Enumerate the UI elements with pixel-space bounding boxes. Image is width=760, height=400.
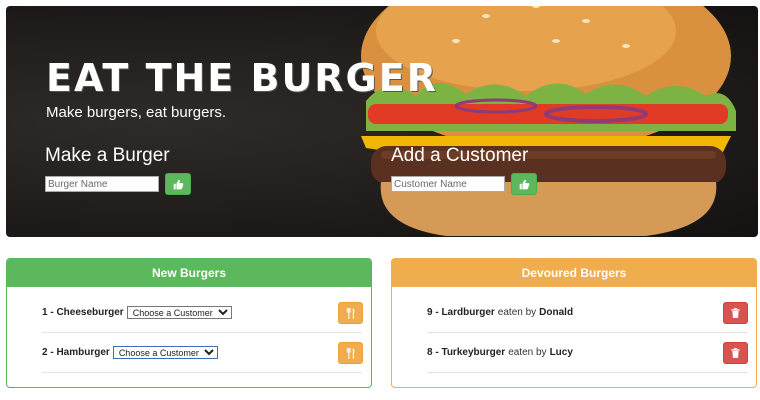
list-item: 2 - Hamburger Choose a Customer <box>42 333 363 373</box>
make-burger-row <box>45 173 191 195</box>
delete-button[interactable] <box>723 342 748 364</box>
customer-name: Lucy <box>549 347 573 358</box>
make-burger-form: Make a Burger <box>45 145 191 195</box>
customer-name: Donald <box>539 307 574 318</box>
add-customer-button[interactable] <box>511 173 537 195</box>
customer-select[interactable]: Choose a Customer <box>112 346 218 359</box>
devour-button[interactable] <box>338 342 363 364</box>
burger-name: Turkeyburger <box>441 347 506 358</box>
delete-button[interactable] <box>723 302 748 324</box>
thumbs-up-icon <box>519 179 529 189</box>
list-item: 1 - Cheeseburger Choose a Customer <box>42 293 363 333</box>
burger-name: Cheeseburger <box>56 307 124 318</box>
trash-icon <box>731 348 740 358</box>
utensils-icon <box>346 307 354 319</box>
add-customer-heading: Add a Customer <box>391 145 529 166</box>
burger-image <box>361 6 736 236</box>
tagline: Make burgers, eat burgers. <box>46 104 227 121</box>
separator: - <box>47 307 57 318</box>
customer-select[interactable]: Choose a Customer <box>126 306 232 319</box>
thumbs-up-icon <box>173 179 183 189</box>
list-item: 8 - Turkeyburger eaten by Lucy <box>427 333 748 373</box>
eaten-by-text: eaten by <box>508 347 547 358</box>
utensils-icon <box>346 347 354 359</box>
devoured-burgers-panel: Devoured Burgers 9 - Lardburger eaten by… <box>391 258 757 388</box>
hero-banner: EAT THE BURGER Make burgers, eat burgers… <box>6 6 758 237</box>
new-burgers-panel: New Burgers 1 - Cheeseburger Choose a Cu… <box>6 258 372 388</box>
new-burgers-header: New Burgers <box>7 259 371 287</box>
devour-button[interactable] <box>338 302 363 324</box>
add-customer-row <box>391 173 537 195</box>
list-item: 9 - Lardburger eaten by Donald <box>427 293 748 333</box>
burger-name-input[interactable] <box>45 176 159 192</box>
devoured-burgers-header: Devoured Burgers <box>392 259 756 287</box>
burger-name: Lardburger <box>441 307 495 318</box>
add-customer-form: Add a Customer <box>391 145 537 195</box>
eaten-by-text: eaten by <box>497 307 537 318</box>
separator: - <box>47 347 57 358</box>
make-burger-heading: Make a Burger <box>45 145 170 166</box>
trash-icon <box>731 308 740 318</box>
separator: - <box>432 307 442 318</box>
site-title: EAT THE BURGER <box>46 56 438 100</box>
burger-name: Hamburger <box>56 347 110 358</box>
make-burger-button[interactable] <box>165 173 191 195</box>
customer-name-input[interactable] <box>391 176 505 192</box>
separator: - <box>432 347 442 358</box>
